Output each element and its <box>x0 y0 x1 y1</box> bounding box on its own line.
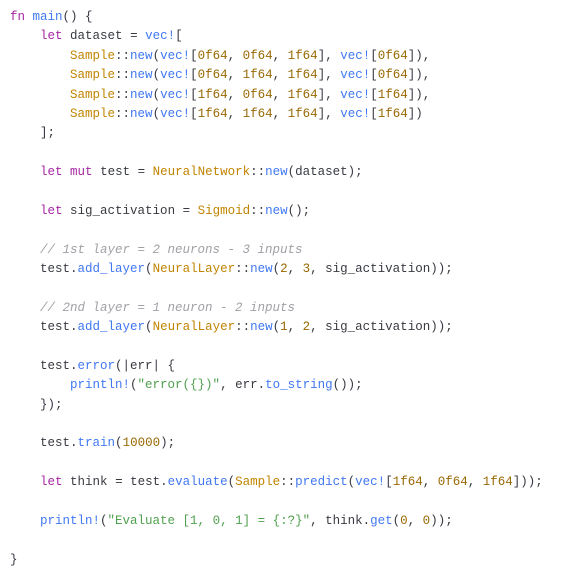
code-line: println!("Evaluate [1, 0, 1] = {:?}", th… <box>10 514 453 528</box>
code-line: let mut test = NeuralNetwork::new(datase… <box>10 165 363 179</box>
code-line: ]; <box>10 126 55 140</box>
code-block: fn main() { let dataset = vec![ Sample::… <box>10 8 553 570</box>
blank-line <box>10 339 18 353</box>
code-line: test.error(|err| { <box>10 359 175 373</box>
blank-line <box>10 184 18 198</box>
code-line: Sample::new(vec![1f64, 0f64, 1f64], vec!… <box>10 88 430 102</box>
code-line: } <box>10 553 18 567</box>
code-line: let think = test.evaluate(Sample::predic… <box>10 475 543 489</box>
blank-line <box>10 281 18 295</box>
code-line: // 1st layer = 2 neurons - 3 inputs <box>10 243 303 257</box>
code-line: test.add_layer(NeuralLayer::new(2, 3, si… <box>10 262 453 276</box>
code-line: let dataset = vec![ <box>10 29 183 43</box>
code-line: let sig_activation = Sigmoid::new(); <box>10 204 310 218</box>
blank-line <box>10 494 18 508</box>
code-line: // 2nd layer = 1 neuron - 2 inputs <box>10 301 295 315</box>
blank-line <box>10 456 18 470</box>
blank-line <box>10 533 18 547</box>
blank-line <box>10 223 18 237</box>
blank-line <box>10 417 18 431</box>
code-line: test.train(10000); <box>10 436 175 450</box>
blank-line <box>10 146 18 160</box>
code-line: Sample::new(vec![0f64, 0f64, 1f64], vec!… <box>10 49 430 63</box>
code-line: }); <box>10 398 63 412</box>
code-line: println!("error({})", err.to_string()); <box>10 378 363 392</box>
code-line: Sample::new(vec![0f64, 1f64, 1f64], vec!… <box>10 68 430 82</box>
code-line: fn main() { <box>10 10 93 24</box>
code-line: test.add_layer(NeuralLayer::new(1, 2, si… <box>10 320 453 334</box>
code-line: Sample::new(vec![1f64, 1f64, 1f64], vec!… <box>10 107 423 121</box>
